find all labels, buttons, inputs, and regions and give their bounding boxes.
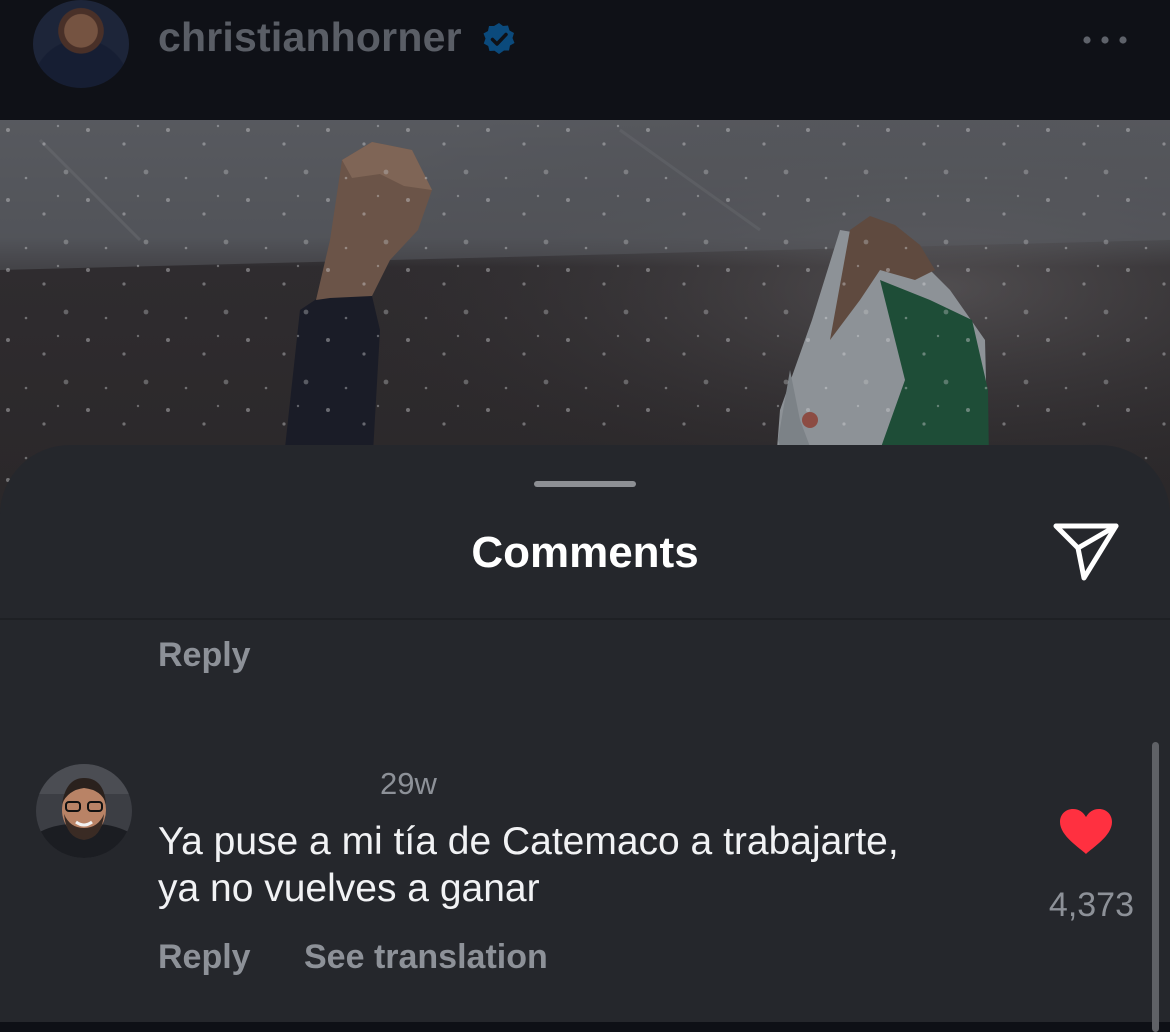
drag-handle[interactable] <box>534 481 636 487</box>
comment-text-line: Ya puse a mi tía de Catemaco a trabajart… <box>158 820 899 863</box>
post-header: christianhorner <box>0 0 1170 120</box>
commenter-avatar[interactable] <box>36 764 132 858</box>
comment-timestamp: 29w <box>380 766 437 801</box>
heart-icon[interactable] <box>1058 808 1114 856</box>
comment-text-line: ya no vuelves a ganar <box>158 867 540 910</box>
send-icon[interactable] <box>1050 520 1122 584</box>
reply-button[interactable]: Reply <box>158 636 251 675</box>
commenter-avatar-image <box>36 764 132 858</box>
comments-title: Comments <box>471 528 699 577</box>
reply-button[interactable]: Reply <box>158 938 251 977</box>
scrollbar[interactable] <box>1152 742 1159 1032</box>
sheet-divider <box>0 618 1170 620</box>
like-count: 4,373 <box>1048 886 1134 924</box>
author-username[interactable]: christianhorner <box>158 14 462 61</box>
comment-text: Ya puse a mi tía de Catemaco a trabajart… <box>158 818 1018 912</box>
author-avatar[interactable] <box>33 0 129 88</box>
more-horizontal-icon[interactable] <box>1080 30 1130 50</box>
see-translation-button[interactable]: See translation <box>304 938 548 977</box>
verified-badge-icon <box>483 23 515 54</box>
